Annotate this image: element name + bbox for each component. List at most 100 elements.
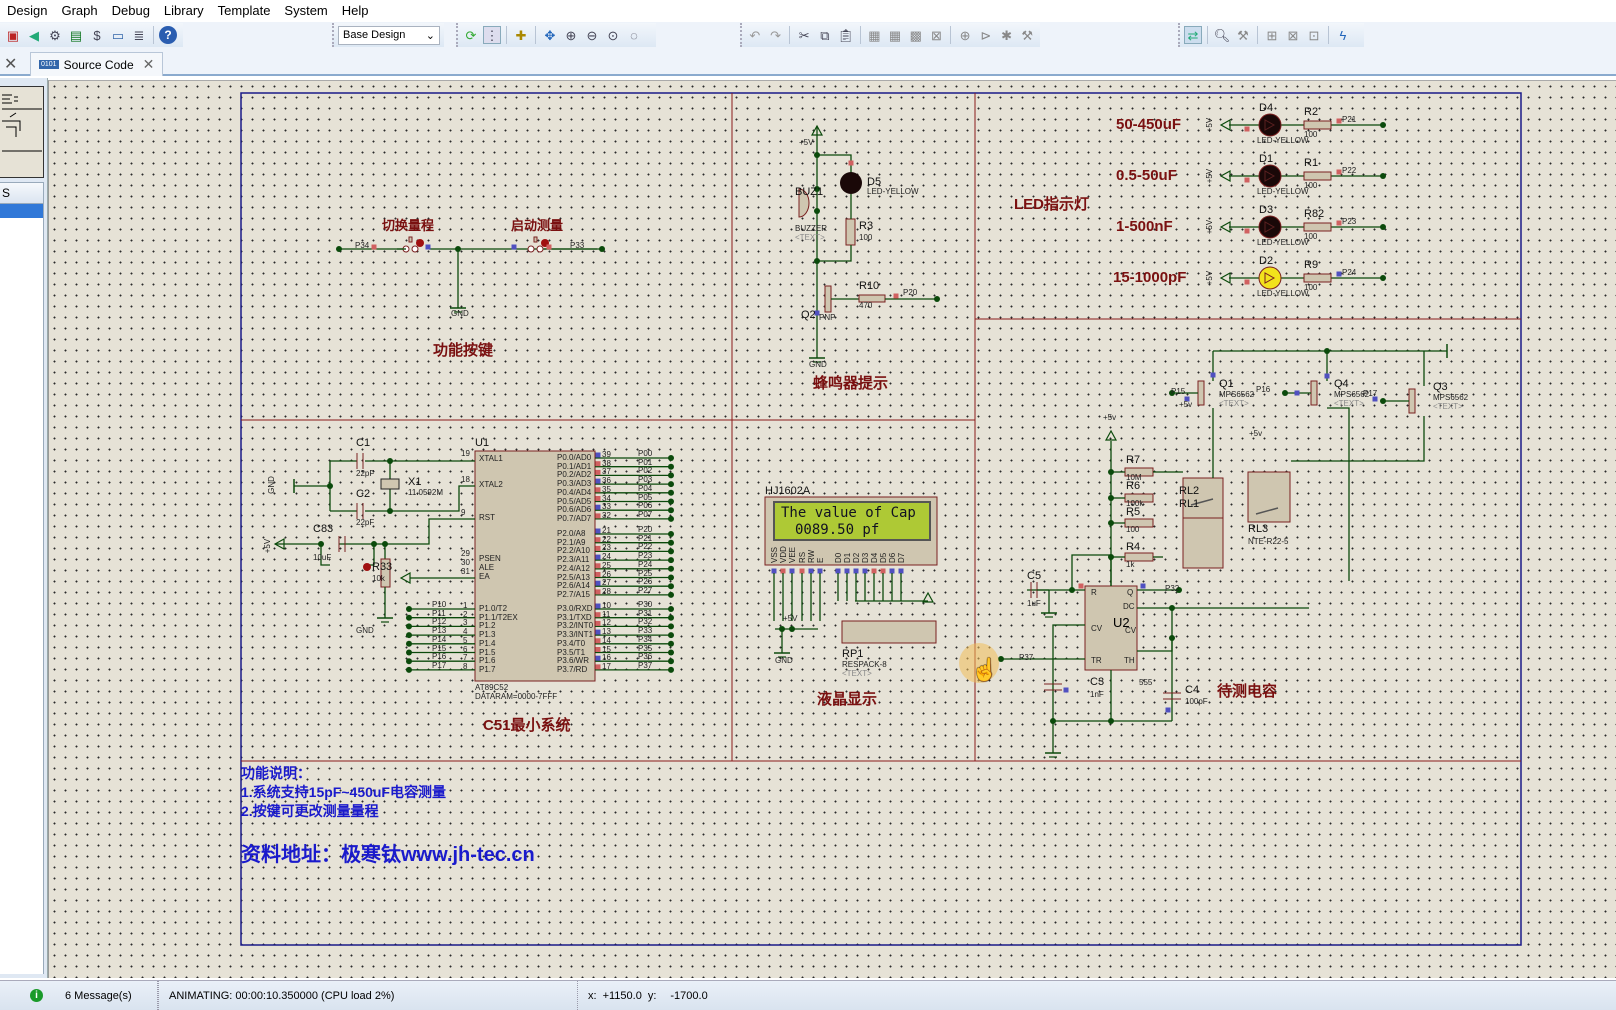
pin-number: 19 [461, 449, 470, 458]
q1-text: <TEXT> [1219, 399, 1249, 408]
close-icon[interactable]: ✕ [143, 56, 155, 73]
pin-name: P1.3 [479, 630, 496, 640]
junction-dot [668, 640, 674, 647]
pin-number: 18 [461, 475, 470, 484]
device-list[interactable] [0, 204, 44, 974]
lcd-gnd-label: GND [775, 656, 793, 665]
cut-icon[interactable]: ✂ [795, 26, 813, 44]
new-sheet-icon[interactable]: ⊞ [1263, 26, 1281, 44]
c83-value: 10uF [313, 553, 332, 562]
crystal-gnd-label: GND [266, 476, 276, 494]
power-terminal-symbol [1219, 118, 1231, 132]
zoom-in-icon[interactable]: ⊕ [562, 26, 580, 44]
refresh-icon[interactable]: ⟳ [462, 26, 480, 44]
menu-library[interactable]: Library [157, 0, 211, 22]
pin-number: 10 [602, 601, 611, 610]
grid-icon[interactable]: ⋮ [483, 26, 501, 44]
net-label: P37 [638, 660, 653, 670]
help-icon[interactable]: ? [159, 26, 177, 44]
net-label-p37: P37 [1019, 653, 1034, 662]
junction-dot [406, 666, 412, 673]
junction-dot [668, 489, 674, 496]
zoom-all-icon[interactable]: ⊙ [604, 26, 622, 44]
junction-dot [668, 557, 674, 564]
component-icon[interactable]: ▤ [67, 26, 85, 44]
chip-icon[interactable]: ▣ [4, 26, 22, 44]
source-icon[interactable]: ▭ [109, 26, 127, 44]
close-schematic-tab-button[interactable]: ✕ [0, 52, 21, 76]
menu-template[interactable]: Template [211, 0, 278, 22]
notes-link[interactable]: 资料地址：极寒钛www.jh-tec.cn [241, 845, 535, 865]
overview-window[interactable] [0, 86, 44, 178]
menu-debug[interactable]: Debug [105, 0, 157, 22]
pan-icon[interactable]: ✥ [541, 26, 559, 44]
make-device-icon[interactable]: ⊳ [977, 26, 995, 44]
schematic-canvas[interactable]: 功能按键 蜂鸣器提示 LED指示灯 C51最小系统 液晶显示 待测电容 切换量程… [48, 80, 1616, 978]
copy-icon[interactable]: ⧉ [816, 26, 834, 44]
gnd-label: GND [451, 309, 469, 318]
pin-state-marker [1078, 583, 1084, 589]
menu-graph[interactable]: Graph [54, 0, 104, 22]
pin-name: P1.4 [479, 638, 496, 648]
x-value: +1150.0 [602, 989, 642, 1002]
pin-state-marker [595, 638, 601, 644]
back-icon[interactable]: ◀ [25, 26, 43, 44]
y-label: y: [647, 989, 657, 1002]
menu-help[interactable]: Help [335, 0, 376, 22]
undo-icon[interactable]: ↶ [746, 26, 764, 44]
design-select[interactable]: Base Design ⌄ [338, 25, 440, 45]
pin-number: 7 [463, 653, 468, 663]
u2-pin-cv: CV [1125, 626, 1137, 635]
zoom-area-icon[interactable]: ◌ [625, 26, 643, 44]
led-ref: D1 [1259, 153, 1274, 165]
netlist-icon[interactable]: ϟ [1334, 26, 1352, 44]
zoom-out-icon[interactable]: ⊖ [583, 26, 601, 44]
u2-pin-dc: DC [1123, 602, 1135, 611]
net-label: P10 [432, 600, 447, 609]
pin-number: 4 [463, 627, 468, 637]
messages-indicator[interactable]: i 6 Message(s) [20, 981, 158, 1010]
decompose-icon[interactable]: ⚒ [1018, 26, 1036, 44]
tab-source-code[interactable]: 0101 Source Code ✕ [30, 52, 164, 76]
separator [153, 26, 154, 44]
gear-icon[interactable]: ⚙ [46, 26, 64, 44]
block-move-icon[interactable]: ▦ [886, 26, 904, 44]
block-copy-icon[interactable]: ▦ [865, 26, 883, 44]
pin-name: P0.4/AD4 [557, 487, 592, 497]
remove-sheet-icon[interactable]: ⊠ [1284, 26, 1302, 44]
r33-value: 10k [372, 574, 385, 583]
redo-icon[interactable]: ↷ [767, 26, 785, 44]
led-range-label: 15-1000pF [1113, 269, 1187, 286]
property-assign-icon[interactable]: ⚒ [1234, 26, 1252, 44]
separator [789, 26, 791, 44]
pin-state-marker [595, 647, 601, 652]
search-icon[interactable]: 🔍︎ [1213, 26, 1231, 44]
pin-number: 1 [463, 601, 468, 610]
pick-icon[interactable]: ⊕ [956, 26, 974, 44]
pin-name: P0.6/AD6 [557, 505, 592, 515]
junction-dot [668, 649, 674, 656]
menu-design[interactable]: Design [0, 0, 54, 22]
menu-bar: Design Graph Debug Library Template Syst… [0, 0, 1616, 22]
block-delete-icon[interactable]: ⊠ [928, 26, 946, 44]
rp1-text: <TEXT> [842, 669, 872, 678]
notes-icon[interactable]: ≣ [130, 26, 148, 44]
paste-icon[interactable]: 📋︎ [837, 26, 855, 44]
toolbar-file-group: ▣ ◀ ⚙ ▤ $ ▭ ≣ ? [0, 23, 183, 47]
menu-system[interactable]: System [277, 0, 334, 22]
pushbutton-state-indicator [416, 239, 424, 247]
origin-icon[interactable]: ✚ [512, 26, 530, 44]
block-rotate-icon[interactable]: ▩ [907, 26, 925, 44]
packaging-icon[interactable]: ✱ [998, 26, 1016, 44]
net-label: P23 [638, 551, 653, 561]
pin-number: 17 [602, 661, 611, 671]
lcd-pin-label: VDD [779, 546, 788, 563]
pin-state-marker [835, 568, 841, 574]
bill-icon[interactable]: $ [88, 26, 106, 44]
hand-cursor-icon: ☝ [971, 657, 999, 682]
exit-parent-icon[interactable]: ⊡ [1305, 26, 1323, 44]
device-list-selected-item[interactable] [0, 204, 43, 218]
net-label-p20: P20 [903, 288, 918, 297]
wire-autoroute-icon[interactable]: ⇄ [1184, 26, 1202, 44]
info-icon: i [30, 989, 43, 1002]
